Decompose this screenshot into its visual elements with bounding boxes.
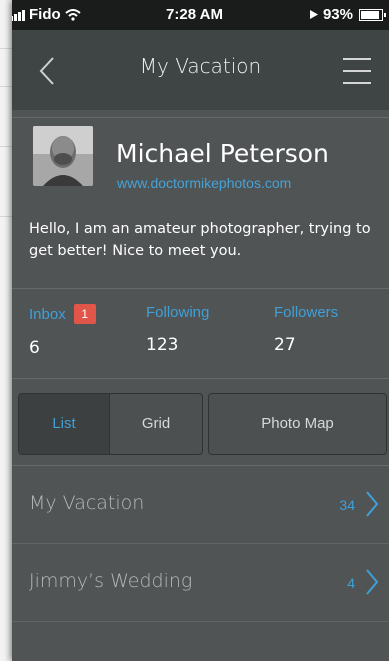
stat-followers[interactable]: Followers 27 bbox=[274, 304, 338, 355]
following-label: Following bbox=[146, 304, 210, 321]
followers-label: Followers bbox=[274, 304, 339, 321]
hamburger-menu-icon bbox=[343, 58, 371, 60]
battery-icon bbox=[359, 8, 386, 21]
inbox-label: Inbox bbox=[29, 305, 66, 323]
profile-name: Michael Peterson bbox=[116, 139, 329, 168]
nav-bar: My Vacation bbox=[12, 30, 389, 110]
stat-inbox[interactable]: Inbox 1 6 bbox=[29, 304, 96, 358]
divider bbox=[12, 378, 389, 379]
profile-url-link[interactable]: www.doctormikephotos.com bbox=[117, 175, 291, 191]
followers-count: 27 bbox=[274, 335, 296, 355]
divider bbox=[12, 117, 389, 118]
page-title: My Vacation bbox=[139, 54, 262, 78]
following-count: 123 bbox=[146, 335, 179, 355]
app-screen: Fido 7:28 AM 93% My Vacation Michael Pet… bbox=[12, 0, 389, 661]
avatar-photo bbox=[33, 126, 93, 186]
row-divider bbox=[12, 621, 389, 622]
album-title: My Vacation bbox=[29, 492, 145, 514]
list-grid-toggle: List Grid bbox=[18, 393, 203, 455]
profile-bio: Hello, I am an amateur photographer, try… bbox=[29, 221, 371, 259]
play-icon bbox=[309, 10, 318, 19]
chevron-right-icon bbox=[366, 491, 379, 517]
avatar[interactable] bbox=[33, 126, 93, 186]
battery-percent: 93% bbox=[322, 6, 353, 23]
album-row[interactable]: Jimmy’s Wedding 4 bbox=[12, 544, 389, 622]
inbox-count: 6 bbox=[29, 338, 40, 358]
inbox-badge: 1 bbox=[73, 304, 96, 324]
stat-following[interactable]: Following 123 bbox=[146, 304, 209, 355]
grid-view-button[interactable]: Grid bbox=[110, 394, 202, 454]
status-right: 93% bbox=[309, 6, 386, 23]
menu-button[interactable] bbox=[343, 54, 371, 84]
album-count: 34 bbox=[339, 497, 355, 513]
album-count: 4 bbox=[347, 575, 355, 591]
photo-map-toggle: Photo Map bbox=[208, 393, 387, 455]
status-bar: Fido 7:28 AM 93% bbox=[12, 0, 389, 30]
divider bbox=[12, 288, 389, 289]
list-view-button[interactable]: List bbox=[19, 394, 109, 454]
photo-map-button[interactable]: Photo Map bbox=[209, 394, 386, 454]
chevron-right-icon bbox=[366, 569, 379, 595]
album-title: Jimmy’s Wedding bbox=[29, 570, 193, 592]
album-row[interactable]: My Vacation 34 bbox=[12, 466, 389, 544]
